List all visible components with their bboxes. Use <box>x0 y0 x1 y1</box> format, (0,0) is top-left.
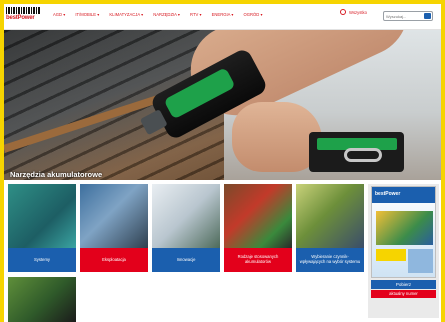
hero-banner[interactable]: Narzędzia akumulatorowe <box>4 30 441 180</box>
all-categories-label: Wszystko <box>349 9 367 15</box>
location-pin-icon <box>340 9 346 15</box>
tile-ogrod-image <box>8 277 76 322</box>
tile-ogrod[interactable] <box>8 277 76 322</box>
catalog-brand: bestPower <box>375 191 401 197</box>
barcode-logo-icon <box>6 7 40 14</box>
tile-label: Systemy <box>8 248 76 272</box>
top-navigation-bar: bestPower AGD ▾ IT/MOBILE ▾ KLIMATYZACJA… <box>4 4 441 30</box>
nav-item-narzedzia[interactable]: NARZĘDZIA ▾ <box>148 12 185 17</box>
belt-clip-image <box>344 148 382 162</box>
catalog-promo[interactable]: bestPower Pobierz aktualny numer <box>368 184 439 318</box>
tile-wybieranie-image <box>296 184 364 248</box>
search-input[interactable] <box>386 13 422 20</box>
main-menu: AGD ▾ IT/MOBILE ▾ KLIMATYZACJA ▾ NARZĘDZ… <box>48 12 268 17</box>
nav-item-energia[interactable]: ENERGIA ▾ <box>207 12 239 17</box>
tile-rodzaje-image <box>224 184 292 248</box>
catalog-download-button[interactable]: Pobierz <box>371 280 436 289</box>
search-icon[interactable] <box>424 13 431 19</box>
tile-wybieranie-systemu[interactable]: Wybieranie czynnik-wpływających na wybór… <box>296 184 364 272</box>
nav-item-agd[interactable]: AGD ▾ <box>48 12 70 17</box>
search-box <box>383 11 433 21</box>
tile-label: Innowacje <box>152 248 220 272</box>
catalog-current-issue-link[interactable]: aktualny numer <box>371 290 436 298</box>
all-categories-link[interactable]: Wszystko <box>340 9 367 15</box>
nav-item-it-mobile[interactable]: IT/MOBILE ▾ <box>70 12 104 17</box>
site-logo[interactable]: bestPower <box>6 7 40 26</box>
catalog-cover-image: bestPower <box>371 186 436 278</box>
nav-item-klimatyzacja[interactable]: KLIMATYZACJA ▾ <box>104 12 148 17</box>
nav-item-rtv[interactable]: RTV ▾ <box>185 12 207 17</box>
tile-label: Wybieranie czynnik-wpływających na wybór… <box>296 248 364 272</box>
category-tiles: Systemy Eksploatacja Innowacje Rodzaje s… <box>4 181 441 322</box>
tile-systemy[interactable]: Systemy <box>8 184 76 272</box>
tile-eksploatacja-image <box>80 184 148 248</box>
tile-innowacje-image <box>152 184 220 248</box>
page-frame: bestPower AGD ▾ IT/MOBILE ▾ KLIMATYZACJA… <box>4 4 441 322</box>
tile-rodzaje-akumulatorow[interactable]: Rodzaje stosowanych akumulatorów <box>224 184 292 272</box>
tile-innowacje[interactable]: Innowacje <box>152 184 220 272</box>
tile-eksploatacja[interactable]: Eksploatacja <box>80 184 148 272</box>
nav-item-ogrod[interactable]: OGRÓD ▾ <box>238 12 267 17</box>
hero-title: Narzędzia akumulatorowe <box>10 170 103 179</box>
tile-label: Rodzaje stosowanych akumulatorów <box>224 248 292 272</box>
tile-label: Eksploatacja <box>80 248 148 272</box>
logo-text: bestPower <box>6 15 35 21</box>
tile-systemy-image <box>8 184 76 248</box>
